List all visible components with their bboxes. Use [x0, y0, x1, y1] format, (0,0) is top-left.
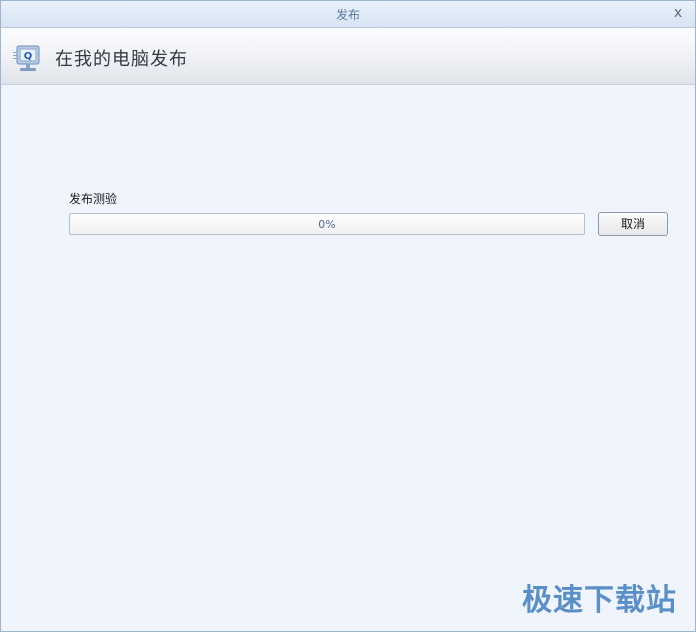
progress-bar: 0% — [69, 213, 585, 235]
header-title: 在我的电脑发布 — [55, 49, 188, 70]
watermark-logo: 极速下载站 — [522, 583, 677, 618]
progress-percent: 0% — [318, 218, 336, 231]
publish-dialog: 发布 x Q 在我的电脑发布 发布测验 0% 取消 极速下载站 — [0, 0, 696, 632]
title-bar[interactable]: 发布 x — [1, 1, 695, 28]
close-button[interactable]: x — [669, 4, 687, 22]
svg-text:Q: Q — [24, 51, 33, 62]
window-title: 发布 — [335, 8, 360, 22]
dialog-content: 发布测验 0% 取消 — [1, 85, 695, 631]
task-label: 发布测验 — [69, 192, 118, 206]
dialog-header: Q 在我的电脑发布 — [1, 28, 695, 85]
publish-computer-icon: Q — [11, 44, 45, 74]
close-icon: x — [673, 5, 683, 21]
cancel-button[interactable]: 取消 — [598, 212, 668, 236]
